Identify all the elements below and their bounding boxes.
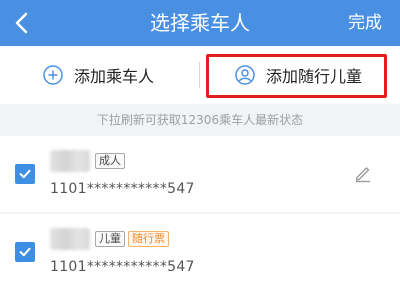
- id-number: 1101***********547: [50, 259, 195, 275]
- add-passenger-button[interactable]: 添加乘车人: [42, 46, 154, 104]
- add-passenger-label: 添加乘车人: [74, 67, 155, 86]
- passenger-checkbox[interactable]: [15, 242, 35, 262]
- passenger-type-tag: 成人: [95, 153, 125, 169]
- passenger-row[interactable]: 儿童 随行票 1101***********547: [0, 214, 400, 292]
- passenger-row[interactable]: 成人 1101***********547: [0, 136, 400, 214]
- check-icon: [19, 169, 31, 179]
- edit-button[interactable]: [353, 163, 373, 183]
- passenger-type-tag: 儿童: [95, 231, 125, 247]
- id-number: 1101***********547: [50, 181, 195, 197]
- check-icon: [19, 247, 31, 257]
- blurred-name: [50, 150, 90, 172]
- navbar: 选择乘车人 完成: [0, 0, 400, 46]
- refresh-tip: 下拉刷新可获取12306乘车人最新状态: [0, 104, 400, 136]
- accompany-ticket-tag: 随行票: [128, 231, 169, 247]
- page-title: 选择乘车人: [150, 11, 250, 35]
- pencil-icon: [355, 167, 370, 183]
- passenger-checkbox[interactable]: [15, 164, 35, 184]
- blurred-name: [50, 228, 90, 250]
- plus-circle-icon: [42, 64, 64, 86]
- highlight-box: [206, 54, 387, 98]
- done-button[interactable]: 完成: [348, 0, 382, 46]
- action-divider: [199, 62, 200, 88]
